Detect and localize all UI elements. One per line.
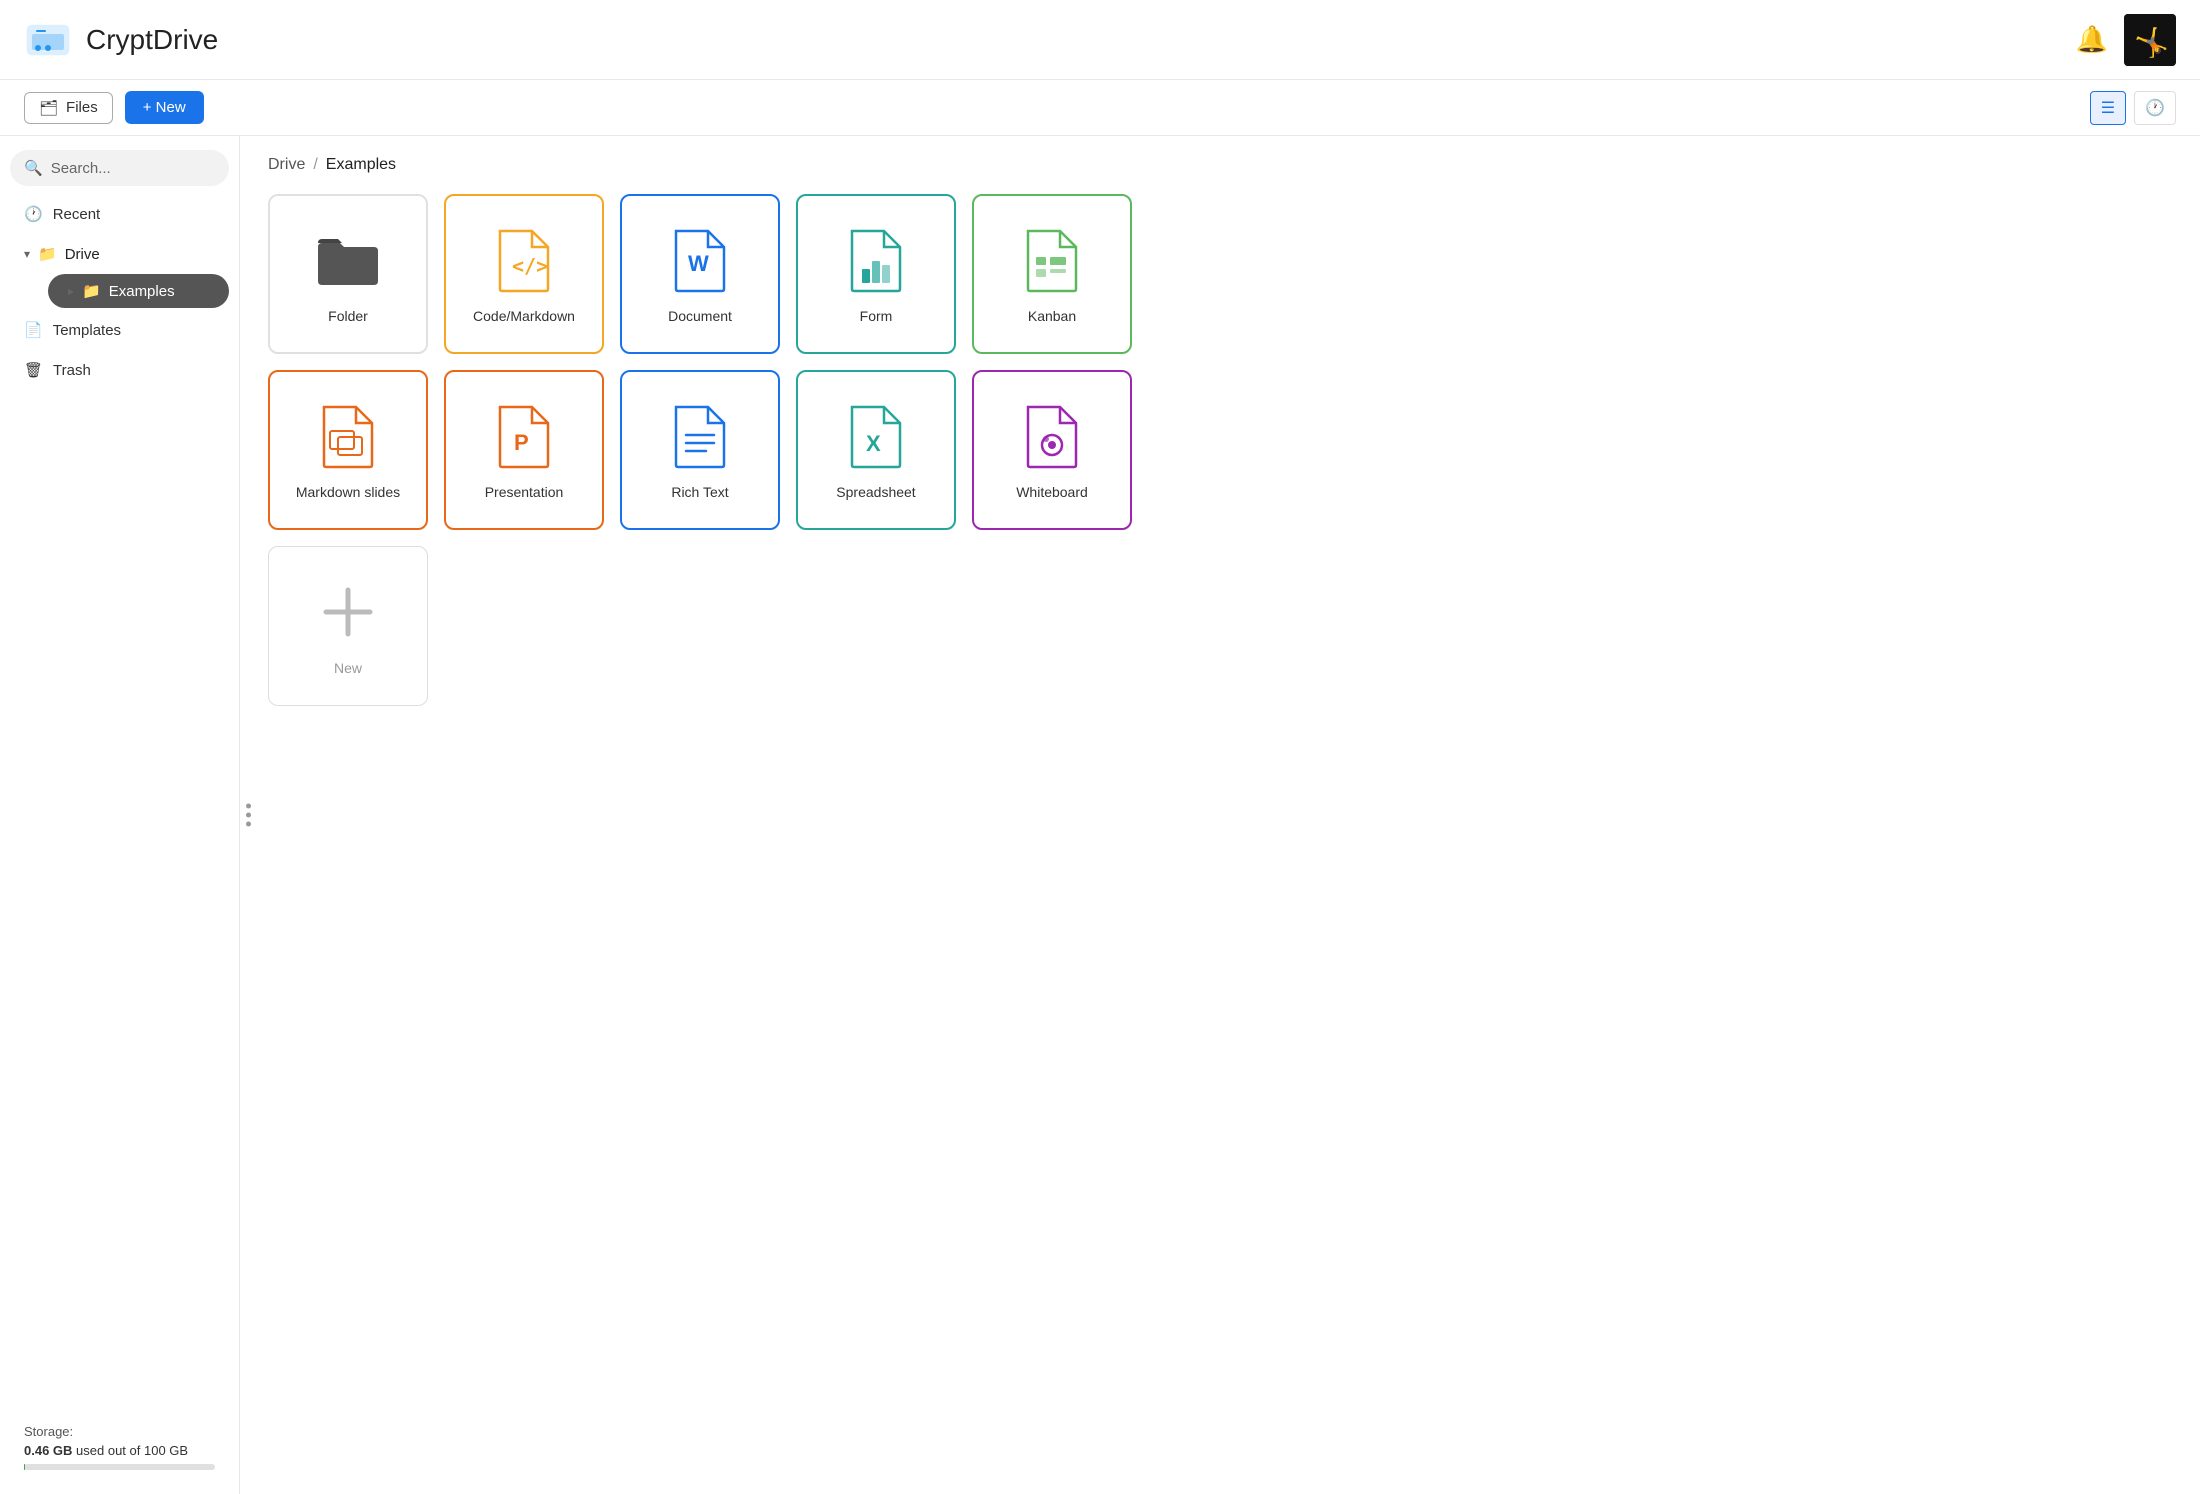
storage-used-bold: 0.46 GB: [24, 1443, 72, 1458]
history-icon: 🕐: [2145, 98, 2165, 118]
kanban-icon: [1020, 224, 1084, 296]
expand-icon: ▸: [68, 284, 74, 298]
storage-fill: [24, 1464, 25, 1470]
file-card-spreadsheet[interactable]: X Spreadsheet: [796, 370, 956, 530]
storage-used: 0.46 GB used out of 100 GB: [24, 1443, 215, 1458]
content-area: Drive / Examples Folder: [240, 136, 2200, 1494]
list-view-icon: ☰: [2101, 98, 2115, 118]
file-card-new[interactable]: New: [268, 546, 428, 706]
storage-total: 100 GB: [144, 1443, 188, 1458]
spreadsheet-label: Spreadsheet: [836, 484, 915, 500]
header: CryptDrive 🔔 🤸: [0, 0, 2200, 80]
document-label: Document: [668, 308, 732, 324]
form-icon: [844, 224, 908, 296]
file-card-document[interactable]: W Document: [620, 194, 780, 354]
sidebar-item-examples[interactable]: ▸ 📁 Examples: [48, 274, 229, 308]
kanban-label: Kanban: [1028, 308, 1076, 324]
new-card-label: New: [334, 660, 362, 676]
file-card-markdown-slides[interactable]: Markdown slides: [268, 370, 428, 530]
trash-icon: 🗑: [24, 361, 43, 379]
code-markdown-label: Code/Markdown: [473, 308, 575, 324]
presentation-label: Presentation: [485, 484, 564, 500]
files-button[interactable]: 🗂 Files: [24, 92, 113, 124]
whiteboard-label: Whiteboard: [1016, 484, 1088, 500]
folder-icon: [316, 224, 380, 296]
templates-label: Templates: [53, 322, 121, 339]
user-avatar[interactable]: 🤸: [2124, 14, 2176, 66]
sidebar: 🔍 Search... 🕐 Recent ▾ 📁 Drive ▸ 📁 Examp…: [0, 136, 240, 1494]
document-icon: W: [668, 224, 732, 296]
files-label: Files: [66, 99, 98, 116]
toolbar-right: ☰ 🕐: [2090, 91, 2176, 125]
recent-label: Recent: [53, 206, 101, 223]
new-plus-icon: [316, 576, 380, 648]
file-card-form[interactable]: Form: [796, 194, 956, 354]
svg-text:🤸: 🤸: [2134, 26, 2169, 59]
new-button[interactable]: + New: [125, 91, 204, 124]
file-card-code-markdown[interactable]: </> Code/Markdown: [444, 194, 604, 354]
file-card-kanban[interactable]: Kanban: [972, 194, 1132, 354]
search-placeholder: Search...: [51, 160, 111, 177]
recent-icon: 🕐: [24, 205, 43, 223]
breadcrumb-separator: /: [313, 156, 317, 174]
storage-label: Storage:: [24, 1424, 215, 1439]
trash-label: Trash: [53, 362, 91, 379]
presentation-icon: P: [492, 400, 556, 472]
svg-text:W: W: [688, 251, 709, 276]
file-card-whiteboard[interactable]: Whiteboard: [972, 370, 1132, 530]
dot2: [246, 813, 251, 818]
file-card-rich-text[interactable]: Rich Text: [620, 370, 780, 530]
code-icon: </>: [492, 224, 556, 296]
storage-used-rest: used out of: [76, 1443, 144, 1458]
file-card-folder[interactable]: Folder: [268, 194, 428, 354]
file-grid: Folder </> Code/Markdown: [268, 194, 2172, 706]
app-logo: CryptDrive: [24, 16, 2076, 64]
breadcrumb: Drive / Examples: [268, 156, 2172, 174]
search-bar[interactable]: 🔍 Search...: [10, 150, 229, 186]
svg-text:X: X: [866, 431, 881, 456]
drive-folder-icon: 📁: [38, 245, 57, 263]
collapse-icon: ▾: [24, 247, 30, 261]
list-view-button[interactable]: ☰: [2090, 91, 2126, 125]
dot1: [246, 804, 251, 809]
dot3: [246, 822, 251, 827]
resize-handle[interactable]: [246, 804, 251, 827]
markdown-slides-label: Markdown slides: [296, 484, 400, 500]
sidebar-item-templates[interactable]: 📄 Templates: [10, 312, 229, 348]
history-button[interactable]: 🕐: [2134, 91, 2176, 125]
svg-text:P: P: [514, 430, 529, 455]
rich-text-icon: [668, 400, 732, 472]
slides-icon: [316, 400, 380, 472]
header-actions: 🔔 🤸: [2076, 14, 2176, 66]
svg-text:</>: </>: [512, 254, 548, 278]
app-title: CryptDrive: [86, 24, 218, 56]
examples-folder-icon: 📁: [82, 282, 101, 300]
spreadsheet-icon: X: [844, 400, 908, 472]
drive-label: Drive: [65, 246, 100, 263]
folder-label: Folder: [328, 308, 368, 324]
form-label: Form: [860, 308, 893, 324]
sidebar-item-trash[interactable]: 🗑 Trash: [10, 352, 229, 388]
examples-label: Examples: [109, 283, 175, 300]
templates-icon: 📄: [24, 321, 43, 339]
new-label: + New: [143, 99, 186, 116]
notification-icon[interactable]: 🔔: [2076, 24, 2108, 55]
storage-bar: [24, 1464, 215, 1470]
rich-text-label: Rich Text: [671, 484, 728, 500]
files-icon: 🗂: [39, 99, 58, 117]
drive-header[interactable]: ▾ 📁 Drive: [10, 236, 229, 272]
storage-info: Storage: 0.46 GB used out of 100 GB: [10, 1414, 229, 1480]
sidebar-item-recent[interactable]: 🕐 Recent: [10, 196, 229, 232]
breadcrumb-drive[interactable]: Drive: [268, 156, 305, 174]
drive-icon: [24, 16, 72, 64]
toolbar: 🗂 Files + New ☰ 🕐: [0, 80, 2200, 136]
drive-tree: ▸ 📁 Examples: [10, 274, 229, 308]
file-card-presentation[interactable]: P Presentation: [444, 370, 604, 530]
drive-section: ▾ 📁 Drive ▸ 📁 Examples: [10, 236, 229, 308]
breadcrumb-current: Examples: [326, 156, 396, 174]
search-icon: 🔍: [24, 159, 43, 177]
whiteboard-icon: [1020, 400, 1084, 472]
main-layout: 🔍 Search... 🕐 Recent ▾ 📁 Drive ▸ 📁 Examp…: [0, 136, 2200, 1494]
